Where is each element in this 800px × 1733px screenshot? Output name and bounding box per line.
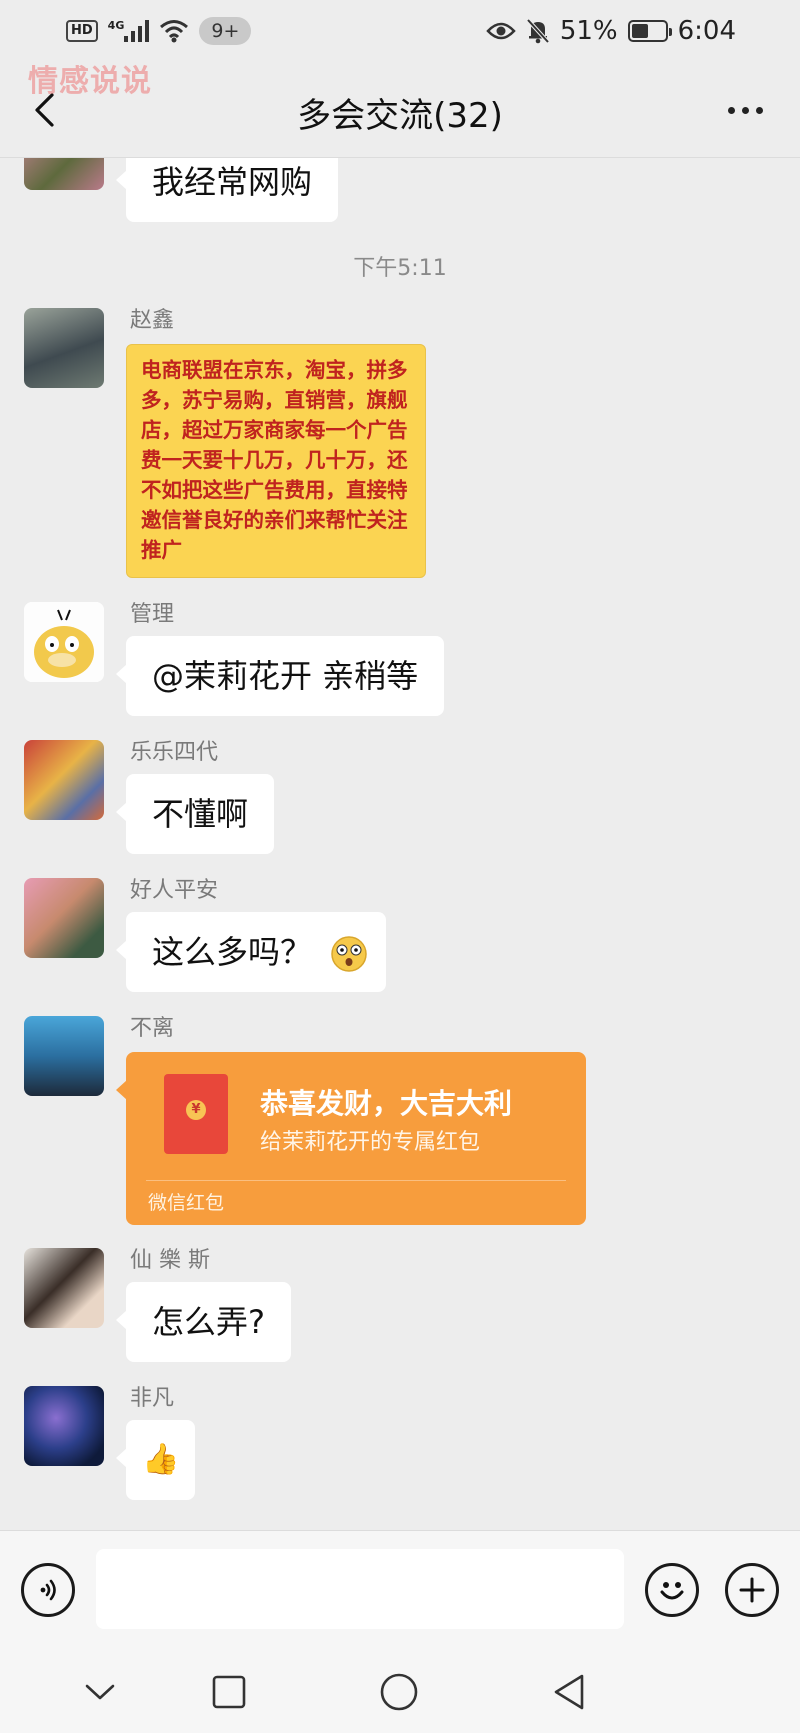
- status-left: HD 4G 9+: [66, 17, 252, 45]
- message-text: 这么多吗？: [152, 933, 313, 971]
- message-item: 好人平安 这么多吗？: [24, 878, 724, 998]
- avatar[interactable]: [24, 1248, 104, 1328]
- red-packet-title: 恭喜发财，大吉大利: [260, 1087, 513, 1120]
- plus-icon: [739, 1577, 765, 1603]
- timestamp: 下午5:11: [353, 256, 447, 281]
- clock: 6:04: [677, 16, 736, 46]
- more-functions-button[interactable]: [725, 1563, 779, 1617]
- sender-name: 非凡: [130, 1386, 175, 1411]
- smiley-icon: [660, 1582, 684, 1600]
- message-item: 赵鑫 电商联盟在京东，淘宝，拼多多，苏宁易购，直销营，旗舰店，超过万家商家每一个…: [24, 308, 724, 588]
- back-system-button[interactable]: [547, 1670, 591, 1714]
- avatar[interactable]: [24, 308, 104, 388]
- sender-name: 仙 樂 斯: [130, 1248, 210, 1273]
- voice-icon: [40, 1579, 56, 1601]
- hide-nav-button[interactable]: [78, 1670, 122, 1714]
- emoji-button[interactable]: [645, 1563, 699, 1617]
- sender-name: 乐乐四代: [130, 740, 219, 765]
- red-packet-card[interactable]: ¥ 恭喜发财，大吉大利 给茉莉花开的专属红包 微信红包: [116, 1052, 586, 1225]
- psyduck-avatar-icon: [24, 602, 104, 682]
- red-envelope-icon: ¥: [164, 1074, 228, 1154]
- mute-bell-icon: [526, 18, 550, 44]
- avatar[interactable]: [24, 740, 104, 820]
- message-item: 乐乐四代 不懂啊: [24, 740, 724, 860]
- eye-icon: [486, 22, 516, 40]
- surprised-emoji-icon: [331, 936, 367, 972]
- recents-button[interactable]: [207, 1670, 251, 1714]
- more-dots-icon: [727, 106, 735, 114]
- sender-name: 赵鑫: [130, 308, 175, 333]
- status-right: 51% 6:04: [486, 16, 736, 46]
- hd-badge: HD: [66, 20, 98, 42]
- status-bar: HD 4G 9+ 51% 6:04: [0, 0, 800, 62]
- battery-percent: 51%: [559, 16, 618, 46]
- message-item: 管理 @茉莉花开 亲稍等: [24, 602, 724, 722]
- message-bubble[interactable]: 👍: [115, 1420, 196, 1500]
- message-bubble[interactable]: @茉莉花开 亲稍等: [115, 636, 445, 716]
- message-item: 我经常网购: [24, 158, 724, 230]
- chevron-down-icon: [85, 1684, 115, 1700]
- avatar[interactable]: [24, 878, 104, 958]
- message-composer: [0, 1530, 800, 1648]
- triangle-back-icon: [554, 1674, 584, 1710]
- square-icon: [212, 1675, 246, 1709]
- red-packet-subtitle: 给茉莉花开的专属红包: [260, 1130, 481, 1155]
- promo-image-message[interactable]: 电商联盟在京东，淘宝，拼多多，苏宁易购，直销营，旗舰店，超过万家商家每一个广告费…: [126, 344, 426, 578]
- notification-count-badge: 9+: [199, 17, 252, 45]
- battery-icon: [627, 20, 672, 42]
- message-item: 不离 ¥ 恭喜发财，大吉大利 给茉莉花开的专属红包 微信红包: [24, 1016, 724, 1231]
- message-bubble[interactable]: 不懂啊: [115, 774, 275, 854]
- avatar[interactable]: [24, 1016, 104, 1096]
- avatar[interactable]: [24, 158, 104, 190]
- avatar[interactable]: [24, 1386, 104, 1466]
- message-bubble[interactable]: 我经常网购: [115, 158, 339, 222]
- watermark-logo: 情感说说: [28, 64, 152, 99]
- voice-button[interactable]: [21, 1563, 75, 1617]
- network-type: 4G: [107, 19, 125, 32]
- message-bubble[interactable]: 这么多吗？: [115, 912, 387, 992]
- circle-home-icon: [380, 1673, 418, 1711]
- red-packet-divider: [146, 1180, 566, 1181]
- message-bubble[interactable]: 怎么弄?: [116, 1282, 291, 1362]
- red-packet-footer: 微信红包: [148, 1192, 225, 1214]
- message-item: 仙 樂 斯 怎么弄?: [24, 1248, 724, 1368]
- signal-icon: 4G: [107, 19, 150, 42]
- avatar[interactable]: [24, 602, 104, 682]
- system-navigation-bar: [0, 1648, 800, 1733]
- message-list[interactable]: 我经常网购 下午5:11 赵鑫 电商联盟在京东，淘宝，拼多多，苏宁易购，直销营，…: [0, 158, 800, 1530]
- wifi-icon: [160, 20, 189, 43]
- home-button[interactable]: [377, 1670, 421, 1714]
- more-options-button[interactable]: [720, 88, 770, 132]
- message-input[interactable]: [96, 1549, 624, 1629]
- message-item: 非凡 👍: [24, 1386, 724, 1526]
- sender-name: 管理: [130, 602, 175, 627]
- sender-name: 不离: [130, 1016, 175, 1041]
- sender-name: 好人平安: [130, 878, 219, 903]
